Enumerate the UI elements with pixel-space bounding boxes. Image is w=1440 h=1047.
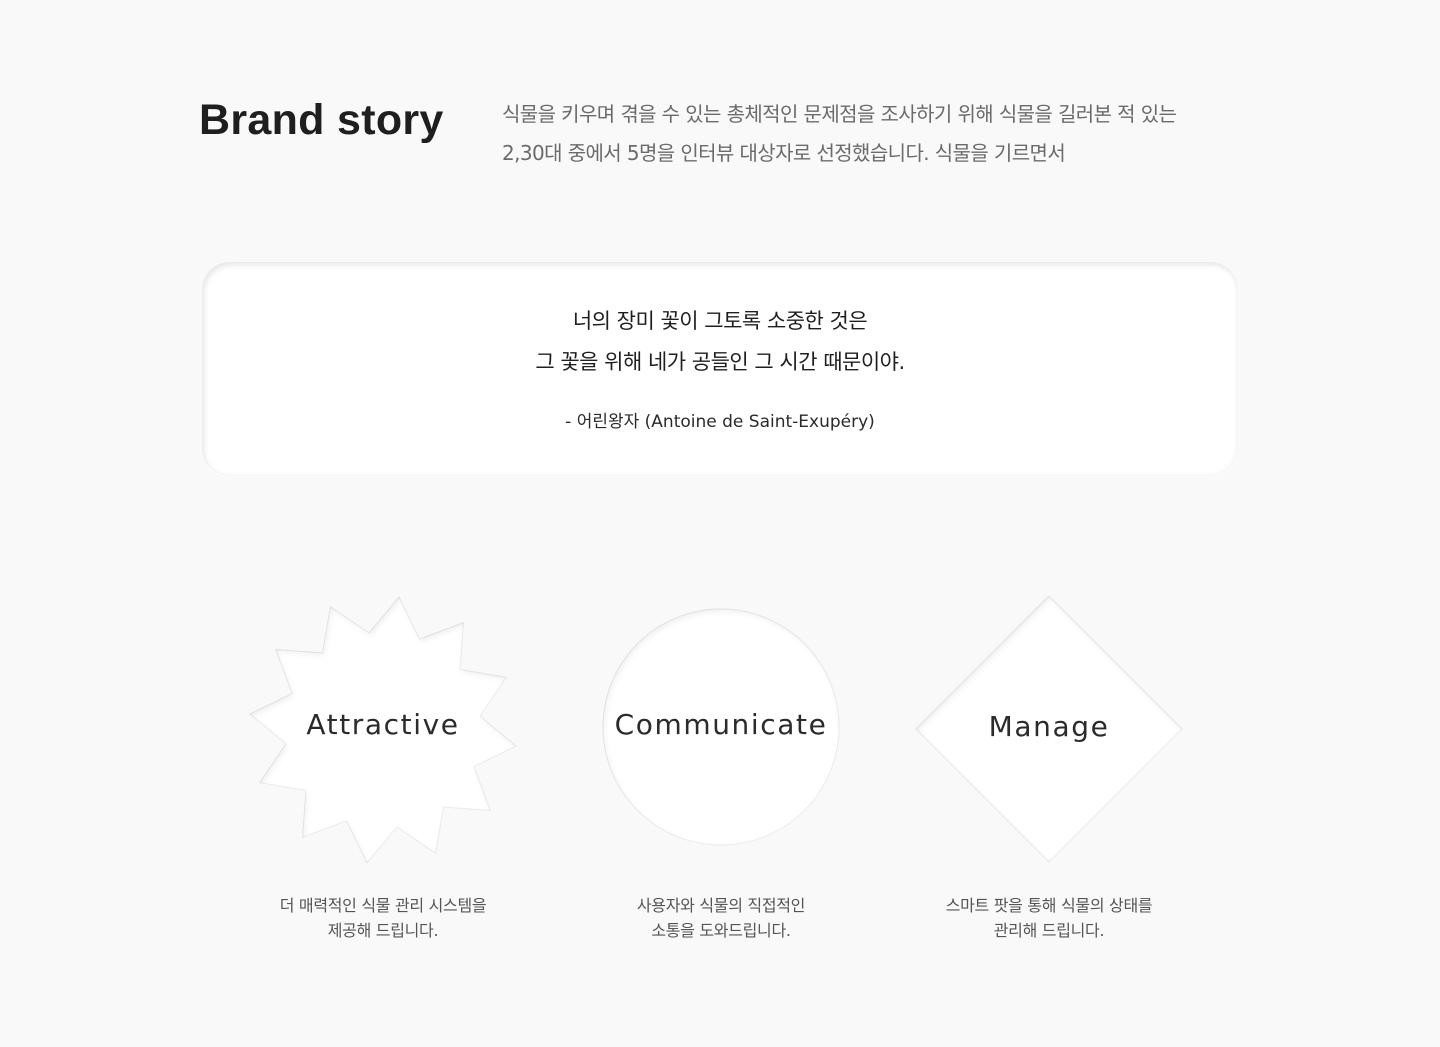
value-description: 사용자와 식물의 직접적인 소통을 도와드립니다. (571, 893, 871, 943)
quote-card: 너의 장미 꽃이 그토록 소중한 것은 그 꽃을 위해 네가 공들인 그 시간 … (202, 262, 1238, 476)
description-line: 관리해 드립니다. (993, 921, 1105, 940)
value-label: Manage (988, 710, 1110, 743)
intro-line: 식물을 키우며 겪을 수 있는 총체적인 문제점을 조사하기 위해 식물을 길러… (502, 102, 1177, 126)
value-item-communicate: Communicate (601, 607, 841, 847)
value-description: 더 매력적인 식물 관리 시스템을 제공해 드립니다. (233, 893, 533, 943)
description-line: 더 매력적인 식물 관리 시스템을 (279, 896, 487, 915)
page-title: Brand story (199, 96, 444, 144)
quote-line: 그 꽃을 위해 네가 공들인 그 시간 때문이야. (535, 350, 905, 374)
value-label: Communicate (614, 708, 828, 741)
value-label: Attractive (306, 708, 460, 741)
value-item-manage: Manage (914, 594, 1184, 864)
quote-author: - 어린왕자 (Antoine de Saint-Exupéry) (565, 412, 875, 432)
description-line: 소통을 도와드립니다. (651, 921, 791, 940)
brand-intro-text: 식물을 키우며 겪을 수 있는 총체적인 문제점을 조사하기 위해 식물을 길러… (502, 95, 1272, 173)
description-line: 사용자와 식물의 직접적인 (636, 896, 806, 915)
quote-text: 너의 장미 꽃이 그토록 소중한 것은 그 꽃을 위해 네가 공들인 그 시간 … (202, 301, 1238, 383)
value-item-attractive: Attractive (240, 590, 526, 872)
description-line: 제공해 드립니다. (327, 921, 439, 940)
intro-line: 2,30대 중에서 5명을 인터뷰 대상자로 선정했습니다. 식물을 기르면서 (502, 141, 1066, 165)
value-description: 스마트 팟을 통해 식물의 상태를 관리해 드립니다. (899, 893, 1199, 943)
description-line: 스마트 팟을 통해 식물의 상태를 (945, 896, 1153, 915)
quote-line: 너의 장미 꽃이 그토록 소중한 것은 (572, 309, 868, 333)
